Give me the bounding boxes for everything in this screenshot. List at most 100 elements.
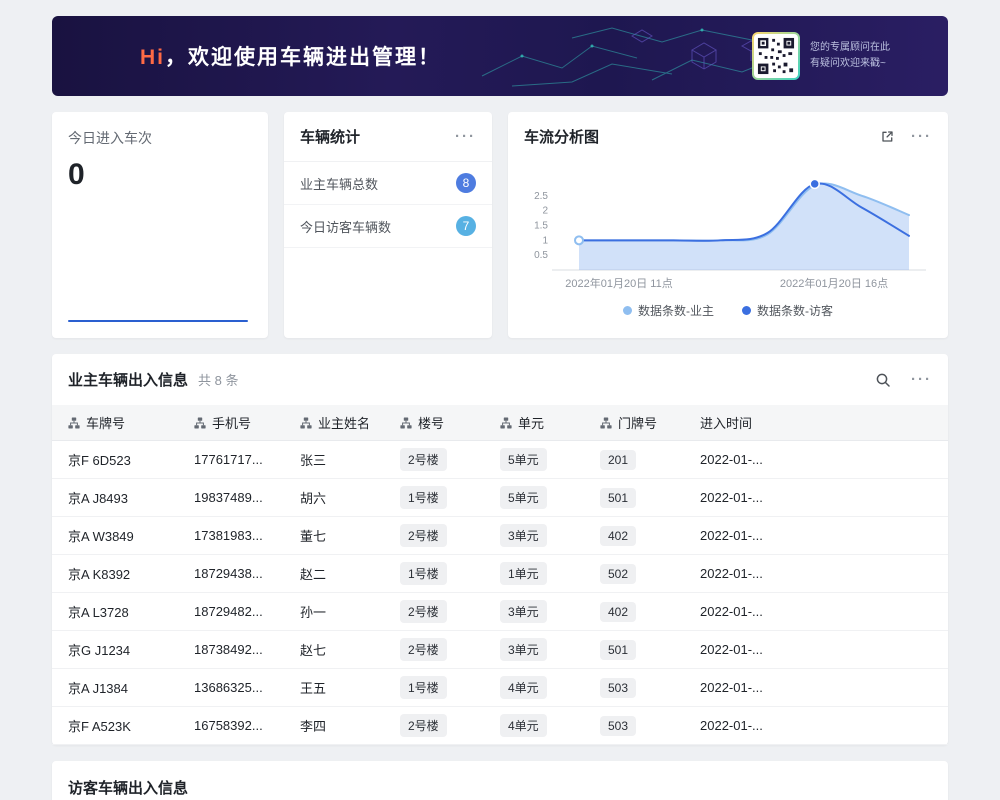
table-row[interactable]: 京F A523K 16758392... 李四 2号楼 4单元 503 2022… [52, 707, 948, 745]
cell-door: 201 [584, 441, 684, 479]
building-tag: 1号楼 [400, 676, 447, 699]
cell-entry-time: 2022-01-... [684, 479, 780, 517]
table-row[interactable]: 京A W3849 17381983... 董七 2号楼 3单元 402 2022… [52, 517, 948, 555]
owner-table-header: 业主车辆出入信息 共 8 条 ··· [52, 354, 948, 405]
building-tag: 2号楼 [400, 524, 447, 547]
building-tag: 2号楼 [400, 448, 447, 471]
traffic-analysis-header: 车流分析图 ··· [508, 112, 948, 161]
cell-unit: 5单元 [484, 441, 584, 479]
cell-entry-time: 2022-01-... [684, 707, 780, 745]
owner-vehicle-table-card: 业主车辆出入信息 共 8 条 ··· [52, 354, 948, 745]
table-row[interactable]: 京F 6D523 17761717... 张三 2号楼 5单元 201 2022… [52, 441, 948, 479]
door-tag: 201 [600, 450, 636, 470]
qr-frame [752, 32, 800, 80]
cell-filler [780, 593, 948, 631]
cell-building: 2号楼 [384, 593, 484, 631]
cell-building: 2号楼 [384, 441, 484, 479]
legend-item-owner[interactable]: 数据条数-业主 [623, 302, 714, 319]
more-menu-icon[interactable]: ··· [911, 372, 932, 387]
more-menu-icon[interactable]: ··· [911, 129, 932, 144]
qr-pattern [757, 37, 795, 75]
cell-plate: 京A L3728 [52, 593, 178, 631]
table-row[interactable]: 京A J1384 13686325... 王五 1号楼 4单元 503 2022… [52, 669, 948, 707]
column-header-filler [780, 405, 948, 441]
column-label: 进入时间 [700, 413, 752, 432]
cell-owner-name: 董七 [284, 517, 384, 555]
stat-row-owner-total: 业主车辆总数 8 [284, 162, 492, 205]
qr-code[interactable] [754, 34, 798, 78]
column-header[interactable]: 楼号 [384, 405, 484, 441]
cell-door: 501 [584, 631, 684, 669]
table-row[interactable]: 京A L3728 18729482... 孙一 2号楼 3单元 402 2022… [52, 593, 948, 631]
cell-entry-time: 2022-01-... [684, 517, 780, 555]
y-tick-label: 0.5 [534, 250, 548, 261]
building-tag: 1号楼 [400, 562, 447, 585]
page: Hi，欢迎使用车辆进出管理！ [0, 0, 1000, 800]
cell-plate: 京A J8493 [52, 479, 178, 517]
cell-unit: 3单元 [484, 631, 584, 669]
qr-section: 您的专属顾问在此 有疑问欢迎来戳~ [752, 32, 890, 80]
table-row[interactable]: 京A J8493 19837489... 胡六 1号楼 5单元 501 2022… [52, 479, 948, 517]
stat-label: 今日访客车辆数 [300, 217, 391, 236]
table-row[interactable]: 京A K8392 18729438... 赵二 1号楼 1单元 502 2022… [52, 555, 948, 593]
banner-greeting-highlight: Hi [140, 46, 165, 69]
owner-table-title-group: 业主车辆出入信息 共 8 条 [68, 369, 238, 390]
cell-door: 402 [584, 517, 684, 555]
y-tick-label: 2.5 [534, 191, 548, 202]
cell-unit: 3单元 [484, 517, 584, 555]
x-axis-label: 2022年01月20日 16点 [780, 276, 888, 290]
stat-row-visitor-today: 今日访客车辆数 7 [284, 205, 492, 248]
table-body: 京F 6D523 17761717... 张三 2号楼 5单元 201 2022… [52, 441, 948, 745]
accent-underline [68, 320, 248, 322]
building-tag: 2号楼 [400, 638, 447, 661]
qr-caption-line2: 有疑问欢迎来戳~ [810, 56, 890, 72]
cell-building: 2号楼 [384, 707, 484, 745]
door-tag: 402 [600, 602, 636, 622]
more-menu-icon[interactable]: ··· [455, 129, 476, 144]
column-header[interactable]: 车牌号 [52, 405, 178, 441]
column-header[interactable]: 门牌号 [584, 405, 684, 441]
visitor-vehicle-table-card: 访客车辆出入信息 截屏 [52, 761, 948, 800]
building-tag: 2号楼 [400, 714, 447, 737]
cell-unit: 3单元 [484, 593, 584, 631]
vehicle-stats-card: 车辆统计 ··· 业主车辆总数 8 今日访客车辆数 7 [284, 112, 492, 338]
cell-entry-time: 2022-01-... [684, 441, 780, 479]
search-icon[interactable] [875, 372, 891, 388]
cell-phone: 19837489... [178, 479, 284, 517]
cell-owner-name: 赵七 [284, 631, 384, 669]
y-tick-label: 2 [542, 206, 548, 217]
sitemap-icon [300, 417, 312, 429]
column-label: 车牌号 [86, 413, 125, 432]
sitemap-icon [68, 417, 80, 429]
legend-dot [742, 306, 751, 315]
legend-label: 数据条数-访客 [757, 302, 833, 319]
cell-entry-time: 2022-01-... [684, 669, 780, 707]
cell-phone: 18729482... [178, 593, 284, 631]
chart-body: 0.511.522.5 2022年01月20日 11点 2022年01月20日 … [508, 161, 948, 319]
data-point-marker [810, 179, 819, 188]
table-row[interactable]: 京G J1234 18738492... 赵七 2号楼 3单元 501 2022… [52, 631, 948, 669]
cell-filler [780, 555, 948, 593]
record-count: 共 8 条 [198, 370, 238, 389]
column-header[interactable]: 业主姓名 [284, 405, 384, 441]
cell-owner-name: 孙一 [284, 593, 384, 631]
sitemap-icon [194, 417, 206, 429]
cell-filler [780, 479, 948, 517]
cell-phone: 17381983... [178, 517, 284, 555]
stat-badge: 8 [456, 173, 476, 193]
today-entries-card: 今日进入车次 0 [52, 112, 268, 338]
export-icon[interactable] [880, 129, 895, 144]
column-header[interactable]: 手机号 [178, 405, 284, 441]
owner-vehicle-table: 车牌号 手机号 [52, 405, 948, 745]
visitor-table-title: 访客车辆出入信息 [68, 777, 932, 798]
legend-item-visitor[interactable]: 数据条数-访客 [742, 302, 833, 319]
column-header[interactable]: 进入时间 [684, 405, 780, 441]
door-tag: 503 [600, 678, 636, 698]
area-fill [579, 184, 909, 270]
door-tag: 503 [600, 716, 636, 736]
cell-filler [780, 707, 948, 745]
column-header[interactable]: 单元 [484, 405, 584, 441]
cell-filler [780, 631, 948, 669]
traffic-analysis-title: 车流分析图 [524, 126, 599, 147]
cell-door: 502 [584, 555, 684, 593]
